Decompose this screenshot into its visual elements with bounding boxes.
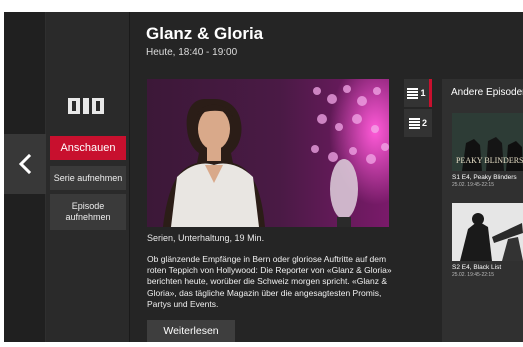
- list-icon: [407, 87, 419, 99]
- show-description: Ob glänzende Empfänge in Bern oder glori…: [147, 254, 392, 309]
- show-title: Glanz & Gloria: [146, 24, 264, 43]
- show-meta: Serien, Unterhaltung, 19 Min.: [147, 233, 265, 243]
- back-button[interactable]: [4, 134, 46, 194]
- channel-logo: [68, 98, 106, 114]
- list-icon: [408, 117, 420, 129]
- episode-time: 25.02. 19:45-22:15: [452, 272, 494, 278]
- record-series-button[interactable]: Serie aufnehmen: [50, 166, 126, 190]
- episode-thumbnail: PEAKY BLINDERS: [452, 113, 523, 171]
- thumbnail-title: PEAKY BLINDERS: [456, 156, 523, 165]
- episode-time: 25.02. 19:45-22:15: [452, 182, 494, 188]
- audio-option-number: 1: [420, 88, 426, 98]
- audio-option-1[interactable]: 1: [404, 79, 432, 107]
- audio-option-number: 2: [421, 118, 427, 128]
- other-episodes-panel: Andere Episoden PEAKY BLINDERS S1 E4, Pe…: [442, 79, 523, 342]
- tv-guide-detail: Anschauen Serie aufnehmen Episode aufneh…: [4, 12, 523, 342]
- other-episodes-title: Andere Episoden: [451, 87, 523, 98]
- episode-label: S2 E4, Black List: [452, 264, 502, 271]
- back-column: [4, 12, 46, 342]
- action-column: Anschauen Serie aufnehmen Episode aufneh…: [46, 12, 130, 342]
- audio-selector: 1 2: [404, 79, 432, 139]
- chevron-left-icon: [18, 154, 32, 174]
- episode-label: S1 E4, Peaky Blinders: [452, 174, 517, 181]
- screen: Anschauen Serie aufnehmen Episode aufneh…: [0, 0, 523, 347]
- hero-image: [147, 79, 389, 227]
- record-episode-button[interactable]: Episode aufnehmen: [50, 194, 126, 230]
- episode-card[interactable]: S2 E4, Black List 25.02. 19:45-22:15: [452, 203, 523, 278]
- watch-button[interactable]: Anschauen: [50, 136, 126, 160]
- show-time: Heute, 18:40 - 19:00: [146, 47, 238, 58]
- episode-card[interactable]: PEAKY BLINDERS S1 E4, Peaky Blinders 25.…: [452, 113, 523, 188]
- episode-thumbnail: [452, 203, 523, 261]
- audio-option-2[interactable]: 2: [404, 109, 432, 137]
- read-more-button[interactable]: Weiterlesen: [147, 320, 235, 342]
